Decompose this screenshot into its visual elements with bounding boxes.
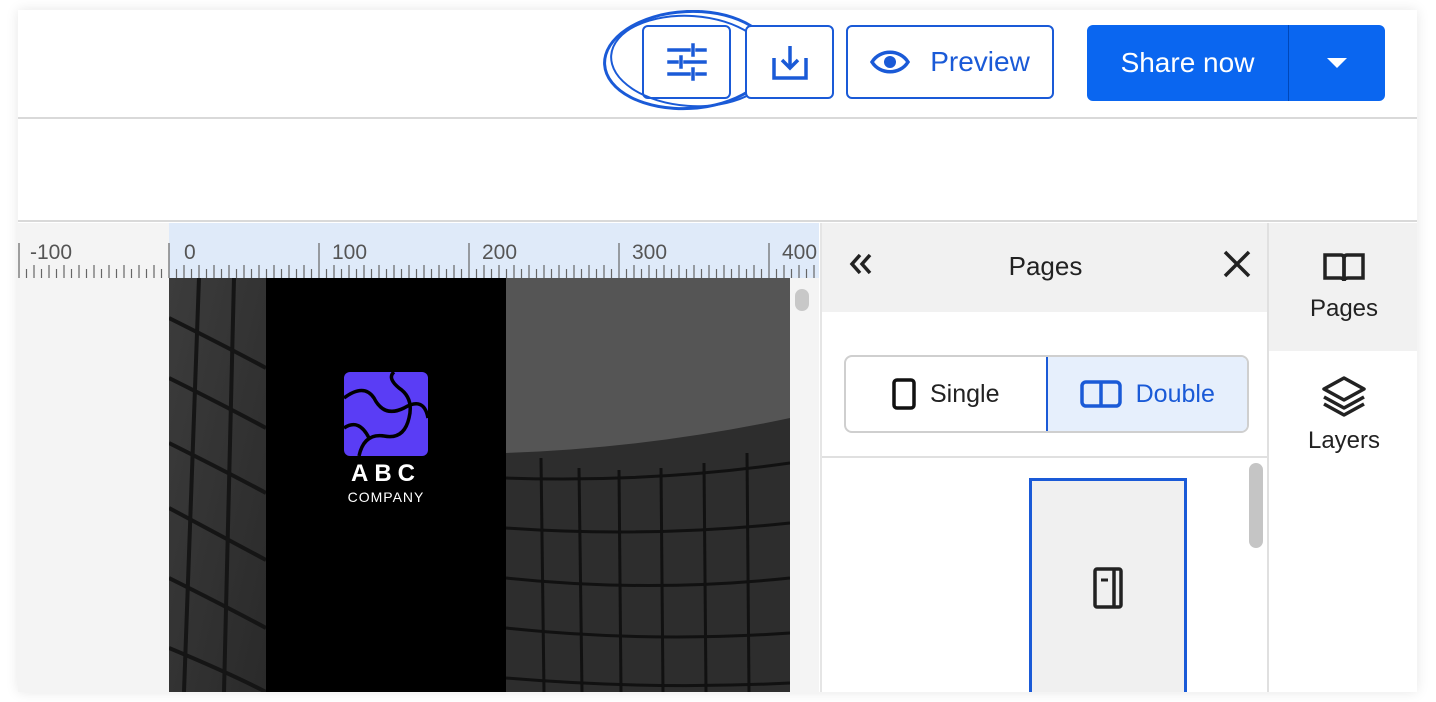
rail-item-label: Layers [1307, 427, 1381, 454]
rail-item-pages[interactable]: Pages [1269, 223, 1417, 351]
share-options-button[interactable] [1289, 25, 1385, 101]
top-toolbar: Preview Share now [18, 10, 1417, 119]
book-page-icon [1093, 567, 1123, 609]
logo-tile [344, 372, 428, 456]
canvas-scrollbar[interactable] [795, 289, 809, 311]
canvas-area[interactable]: -100 0 100 200 300 400 ABC COMPANY [18, 223, 819, 692]
panel-divider [822, 456, 1269, 458]
layers-icon [1322, 376, 1366, 417]
preview-label: Preview [930, 46, 1030, 77]
sliders-icon [666, 43, 707, 81]
double-view-option[interactable]: Double [1045, 357, 1247, 431]
ruler-ticks [18, 243, 815, 278]
double-page-icon [1079, 380, 1122, 408]
ruler-label: -100 [30, 241, 73, 264]
download-button[interactable] [745, 25, 834, 99]
share-button-group: Share now [1087, 25, 1385, 101]
rail-item-label: Pages [1309, 295, 1379, 322]
pages-panel-scrollbar[interactable] [1249, 463, 1263, 548]
settings-button[interactable] [642, 25, 731, 99]
ruler-label: 100 [332, 241, 368, 264]
double-view-label: Double [1135, 379, 1215, 408]
eye-icon [870, 50, 911, 74]
close-icon[interactable] [1220, 247, 1254, 281]
ruler-label: 400 [782, 241, 818, 264]
download-icon [771, 46, 808, 80]
preview-button[interactable]: Preview [846, 25, 1054, 99]
single-view-label: Single [930, 379, 1000, 408]
app-window: Preview Share now -100 0 100 200 300 400 [18, 10, 1417, 692]
pages-panel: Pages Single Double [820, 223, 1269, 692]
rail-item-layers[interactable]: Layers [1269, 351, 1417, 479]
share-now-button[interactable]: Share now [1087, 25, 1289, 101]
document-page[interactable]: ABC COMPANY [169, 278, 790, 692]
ruler-label: 0 [184, 241, 196, 264]
ruler-label: 200 [482, 241, 518, 264]
right-rail: Pages Layers [1267, 223, 1417, 692]
horizontal-ruler: -100 0 100 200 300 400 [18, 223, 819, 278]
open-book-icon [1323, 253, 1365, 282]
ruler-label: 300 [632, 241, 668, 264]
page-view-toggle: Single Double [844, 355, 1249, 433]
single-page-icon [892, 378, 916, 410]
logo-title: ABC [351, 460, 421, 487]
logo-subtitle: COMPANY [347, 489, 425, 505]
secondary-toolbar [18, 121, 1417, 222]
page-thumbnail[interactable] [1029, 478, 1187, 692]
pages-panel-header: Pages [822, 223, 1269, 312]
single-view-option[interactable]: Single [846, 357, 1046, 431]
caret-down-icon [1327, 58, 1347, 68]
pages-panel-title: Pages [1008, 251, 1083, 281]
